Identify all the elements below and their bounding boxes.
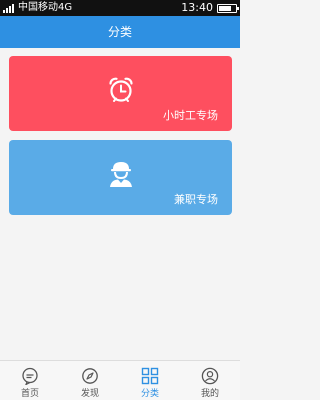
tab-category[interactable]: 分类	[120, 361, 180, 400]
tab-mine-label: 我的	[200, 389, 219, 399]
worker-cap-icon	[109, 162, 132, 187]
status-bar: 中国移动4G 13:40	[0, 0, 240, 16]
status-time: 13:40	[181, 1, 213, 14]
carrier-label: 中国移动4G	[18, 2, 73, 13]
compass-icon	[82, 368, 98, 384]
user-icon	[201, 367, 219, 385]
bottom-tab-bar: 首页 发现 分类 我的	[0, 360, 240, 400]
hourly-work-card[interactable]: 小时工专场	[9, 56, 232, 131]
page-title: 分类	[107, 25, 132, 39]
alarm-clock-icon	[108, 77, 133, 102]
home-chat-icon	[22, 367, 38, 385]
grid-icon	[141, 367, 159, 385]
tab-discover-label: 发现	[80, 389, 99, 399]
part-time-card[interactable]: 兼职专场	[9, 140, 232, 215]
tab-home-label: 首页	[20, 389, 39, 399]
signal-icon	[3, 3, 15, 13]
page-header: 分类	[0, 16, 240, 48]
status-left: 中国移动4G	[3, 0, 72, 16]
tab-home[interactable]: 首页	[0, 361, 60, 400]
tab-mine[interactable]: 我的	[180, 361, 240, 400]
part-time-label: 兼职专场	[174, 193, 218, 206]
tab-discover[interactable]: 发现	[60, 361, 120, 400]
battery-fill	[219, 5, 231, 11]
tab-category-label: 分类	[140, 389, 159, 399]
status-right: 13:40	[181, 0, 239, 16]
battery-icon	[217, 3, 239, 13]
hourly-work-label: 小时工专场	[163, 109, 218, 122]
